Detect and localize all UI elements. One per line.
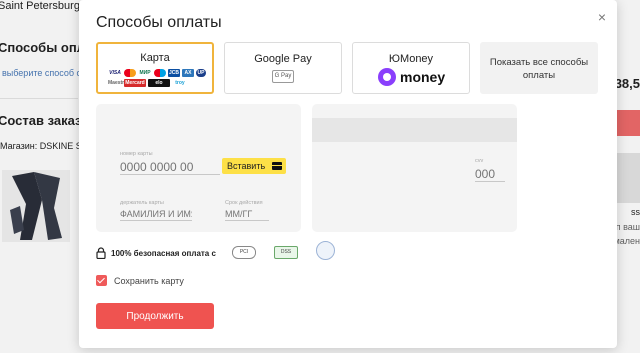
lock-icon: [96, 247, 106, 259]
save-card-label: Сохранить карту: [114, 275, 184, 286]
visa-icon: VISA: [108, 69, 122, 77]
show-all-label: Показать все способы оплаты: [489, 57, 589, 81]
method-card-label: Карта: [140, 52, 170, 64]
expiry-label: Срок действия: [225, 200, 263, 206]
card-holder-label: держатель карты: [120, 200, 164, 206]
insert-label: Вставить: [227, 161, 266, 171]
yoomoney-logo: money: [378, 67, 445, 87]
jcb-icon: JCB: [168, 69, 180, 77]
mercard-icon: Mercard: [124, 79, 146, 87]
google-pay-icon: G Pay: [272, 70, 294, 83]
method-yoomoney[interactable]: ЮMoney money: [352, 42, 470, 94]
payment-methods-modal: Способы оплаты × Карта VISA МИР JCB AX U…: [79, 0, 617, 348]
expiry-input[interactable]: [225, 208, 269, 221]
yoomoney-wordmark: money: [400, 69, 446, 85]
maestro-text-icon: Maestro: [108, 79, 128, 87]
security-seal-icon: [316, 241, 335, 260]
method-google-pay[interactable]: Google Pay G Pay: [224, 42, 342, 94]
insert-button[interactable]: Вставить: [222, 158, 286, 174]
method-card[interactable]: Карта VISA МИР JCB AX UP Maestro Mercard…: [96, 42, 214, 94]
save-card-checkbox[interactable]: Сохранить карту: [96, 275, 184, 286]
cvv-label: cvv: [475, 158, 484, 164]
secure-payment-row: 100% безопасная оплата с: [96, 246, 216, 260]
pci-badge-icon: PCI: [232, 246, 256, 259]
close-icon[interactable]: ×: [596, 10, 608, 24]
card-logos: VISA МИР JCB AX UP Maestro Mercard elo t…: [108, 69, 206, 87]
secure-payment-text: 100% безопасная оплата с: [111, 248, 216, 258]
elo-icon: elo: [148, 79, 170, 87]
card-chip-icon: [272, 162, 282, 170]
checkbox-checked-icon[interactable]: [96, 275, 107, 286]
card-number-input[interactable]: [120, 159, 220, 175]
dss-shield-icon: DSS: [274, 246, 298, 259]
card-back-form: cvv: [312, 104, 517, 232]
card-front-form: номер карты Вставить держатель карты Сро…: [96, 104, 301, 232]
card-number-label: номер карты: [120, 151, 153, 157]
yoomoney-icon: [378, 68, 396, 86]
card-holder-input[interactable]: [120, 208, 192, 221]
cvv-input[interactable]: [475, 166, 505, 182]
modal-title: Способы оплаты: [96, 14, 222, 31]
show-all-methods-button[interactable]: Показать все способы оплаты: [480, 42, 598, 94]
continue-button[interactable]: Продолжить: [96, 303, 214, 329]
magnetic-stripe: [312, 118, 517, 142]
unionpay-icon: UP: [196, 69, 206, 77]
method-gpay-label: Google Pay: [254, 53, 312, 65]
amex-icon: AX: [182, 69, 194, 77]
mastercard-icon: [124, 69, 136, 77]
troy-icon: troy: [172, 79, 188, 87]
method-yoomoney-label: ЮMoney: [388, 53, 434, 65]
maestro-icon: [154, 69, 166, 77]
mir-icon: МИР: [138, 69, 152, 77]
